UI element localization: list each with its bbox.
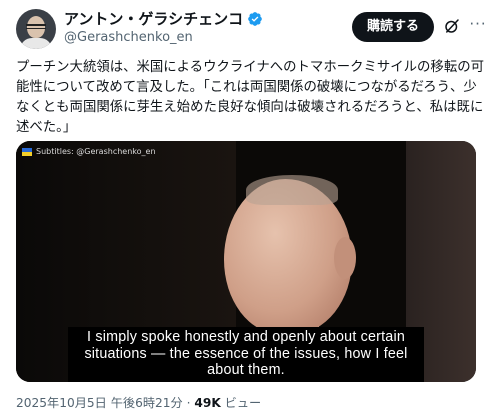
ukraine-flag-icon <box>22 148 32 156</box>
verified-badge-icon <box>248 12 262 26</box>
subscribe-button[interactable]: 購読する <box>352 12 434 42</box>
avatar-glasses <box>26 24 46 29</box>
author-display-name[interactable]: アントン・ゲラシチェンコ <box>64 10 243 28</box>
meta-separator: · <box>182 396 195 410</box>
avatar[interactable] <box>16 9 56 49</box>
video-caption-text: I simply spoke honestly and openly about… <box>84 329 408 378</box>
grok-icon[interactable] <box>443 17 461 35</box>
tweet-timestamp[interactable]: 2025年10月5日 午後6時21分 <box>16 396 183 410</box>
avatar-shirt <box>20 38 52 49</box>
tweet-meta-row: 2025年10月5日 午後6時21分 · 49K ビュー <box>16 395 261 411</box>
subtitles-credit-text: Subtitles: @Gerashchenko_en <box>36 147 156 156</box>
views-label: ビュー <box>220 396 262 410</box>
video-person-hair <box>246 175 338 205</box>
author-handle[interactable]: @Gerashchenko_en <box>64 30 193 46</box>
tweet-text: プーチン大統領は、米国によるウクライナへのトマホークミサイルの移転の可能性につい… <box>16 60 484 135</box>
ellipsis-icon[interactable]: ··· <box>468 14 488 34</box>
author-name-row: アントン・ゲラシチェンコ <box>64 10 263 28</box>
views-count: 49K <box>194 396 221 410</box>
video-person-ear <box>334 237 356 279</box>
video-player[interactable]: Subtitles: @Gerashchenko_en I simply spo… <box>16 141 476 382</box>
video-caption-box: I simply spoke honestly and openly about… <box>68 327 424 382</box>
subtitles-credit: Subtitles: @Gerashchenko_en <box>22 147 156 157</box>
